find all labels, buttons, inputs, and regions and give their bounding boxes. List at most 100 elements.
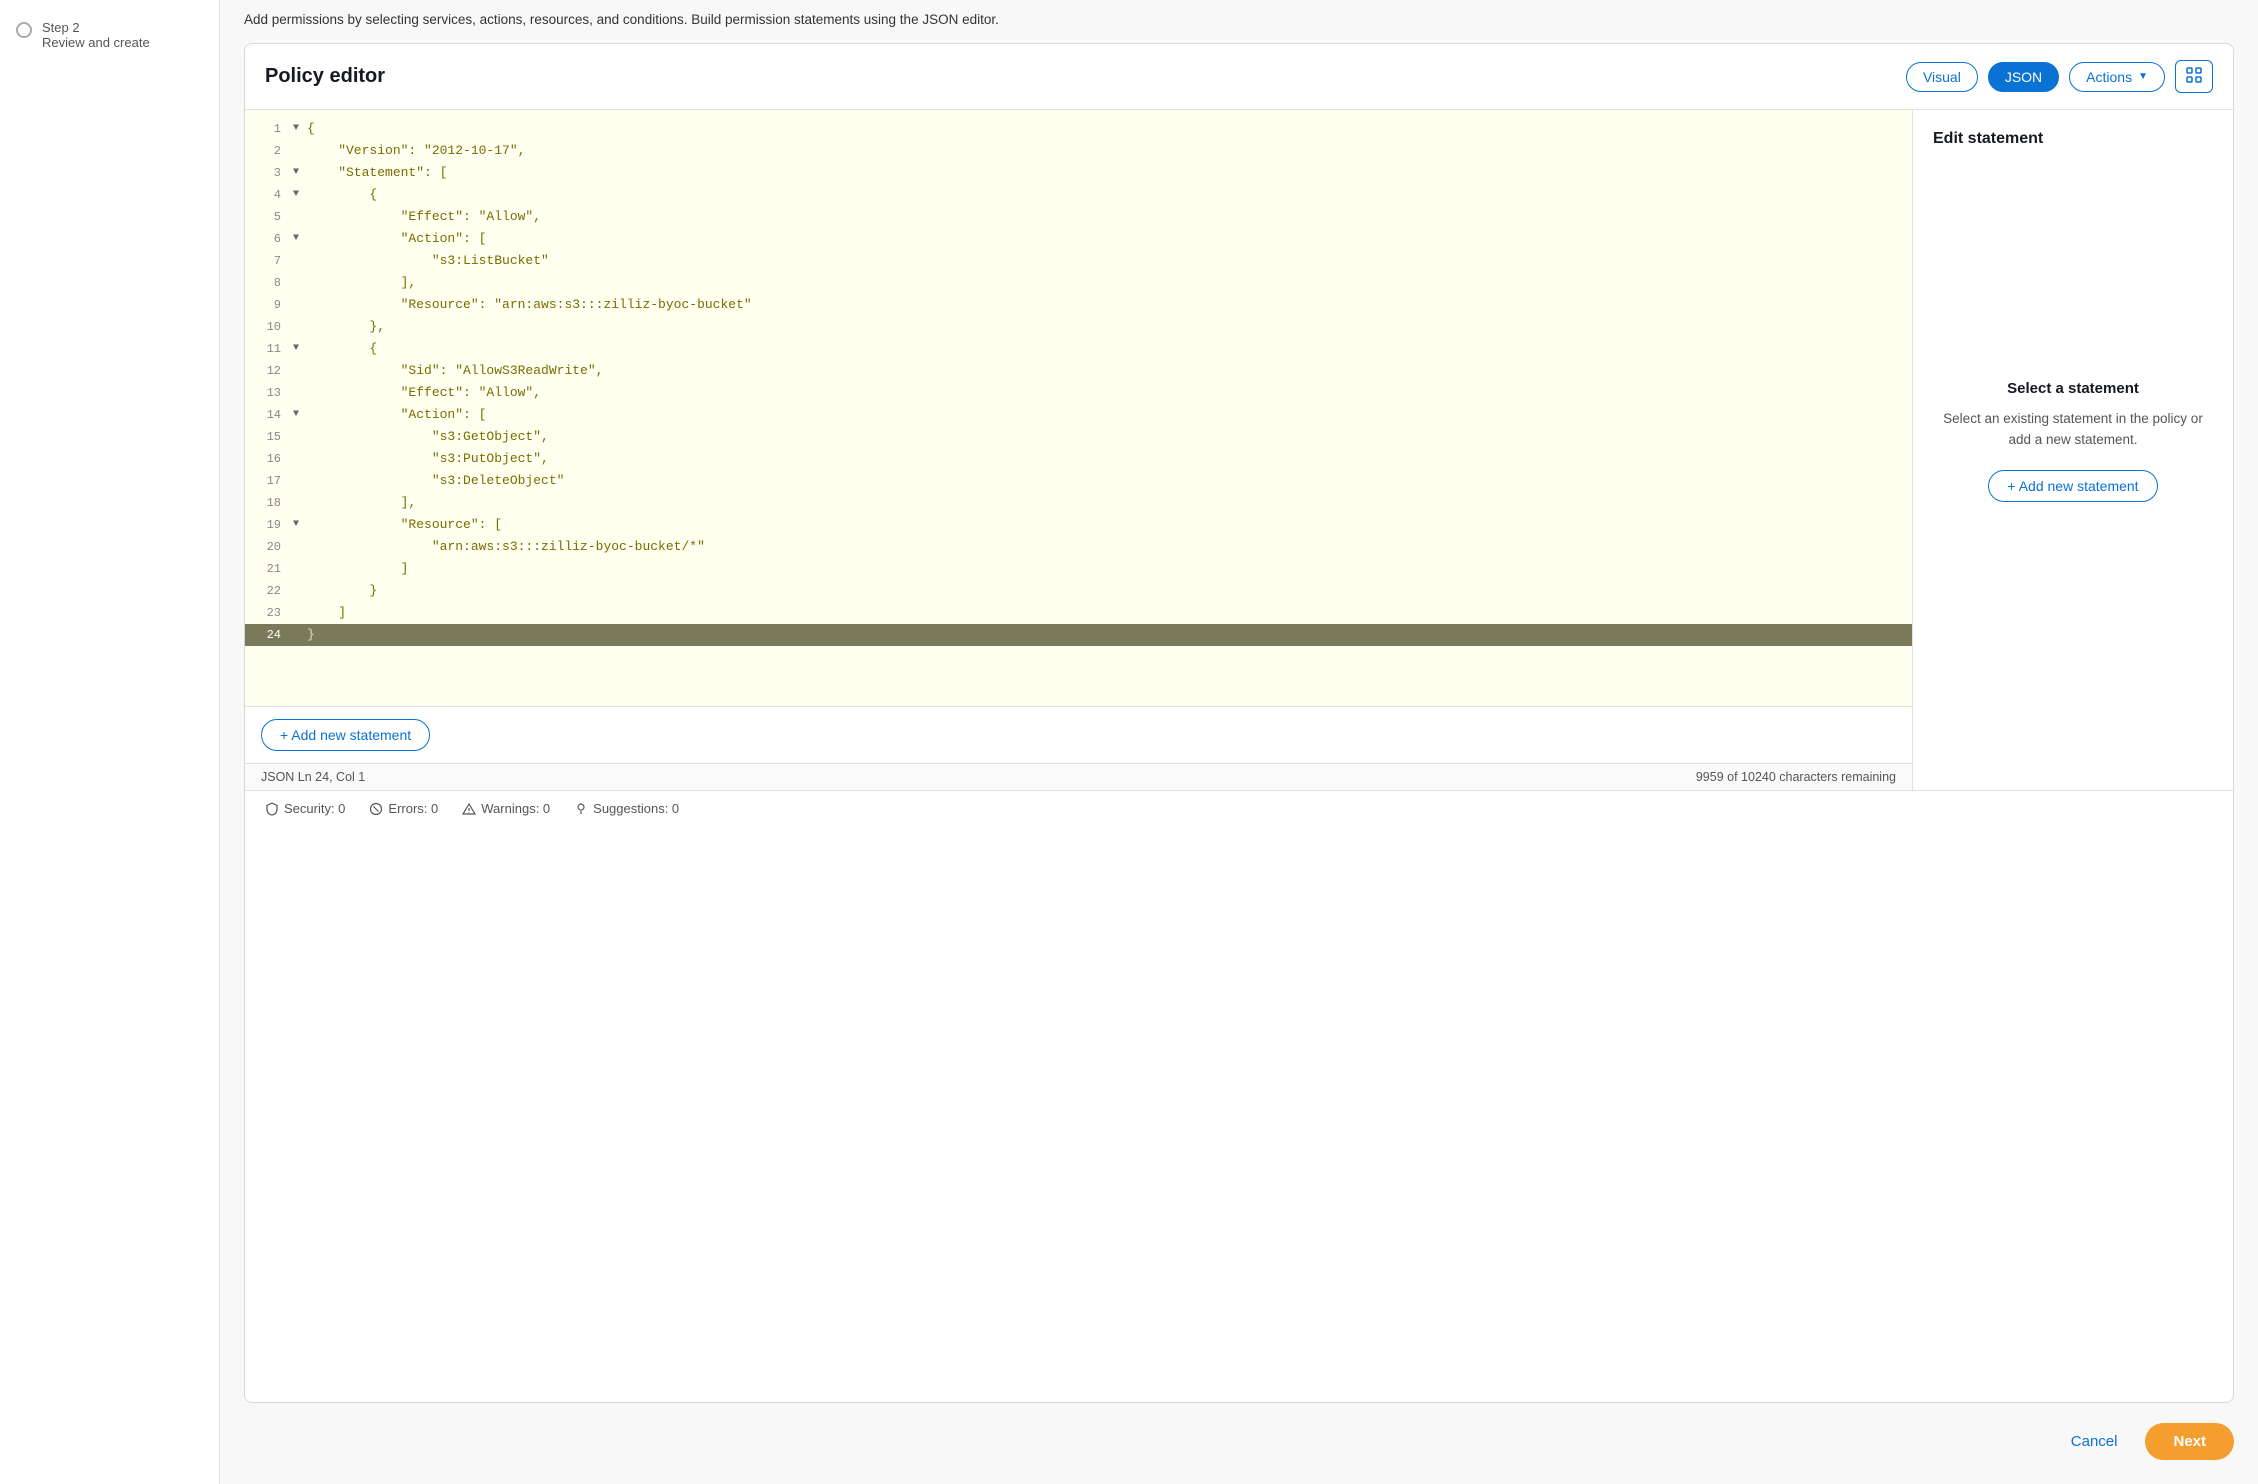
code-toggle[interactable]: ▼: [293, 514, 307, 536]
line-number: 5: [245, 206, 293, 228]
code-toggle[interactable]: ▼: [293, 338, 307, 360]
add-new-statement-button[interactable]: + Add new statement: [1988, 470, 2157, 502]
code-content: ]: [307, 602, 346, 624]
code-line-2[interactable]: 2 "Version": "2012-10-17",: [245, 140, 1912, 162]
code-content: ],: [307, 272, 416, 294]
line-number: 6: [245, 228, 293, 250]
line-number: 23: [245, 602, 293, 624]
line-number: 15: [245, 426, 293, 448]
code-line-12[interactable]: 12 "Sid": "AllowS3ReadWrite",: [245, 360, 1912, 382]
code-line-8[interactable]: 8 ],: [245, 272, 1912, 294]
actions-button[interactable]: Actions ▼: [2069, 62, 2165, 92]
review-create-label: Review and create: [42, 35, 150, 50]
step2-label: Step 2: [42, 20, 150, 35]
code-line-1[interactable]: 1▼{: [245, 118, 1912, 140]
security-diag: Security: 0: [265, 801, 345, 816]
line-number: 13: [245, 382, 293, 404]
code-content: "Sid": "AllowS3ReadWrite",: [307, 360, 603, 382]
sidebar-step2: Step 2 Review and create: [16, 20, 203, 50]
code-line-11[interactable]: 11▼ {: [245, 338, 1912, 360]
code-content: {: [307, 338, 377, 360]
code-line-21[interactable]: 21 ]: [245, 558, 1912, 580]
code-content: "s3:DeleteObject": [307, 470, 564, 492]
error-icon: [369, 802, 383, 816]
code-line-9[interactable]: 9 "Resource": "arn:aws:s3:::zilliz-byoc-…: [245, 294, 1912, 316]
code-line-6[interactable]: 6▼ "Action": [: [245, 228, 1912, 250]
code-toggle[interactable]: ▼: [293, 162, 307, 184]
code-line-10[interactable]: 10 },: [245, 316, 1912, 338]
code-line-5[interactable]: 5 "Effect": "Allow",: [245, 206, 1912, 228]
code-line-20[interactable]: 20 "arn:aws:s3:::zilliz-byoc-bucket/*": [245, 536, 1912, 558]
code-line-13[interactable]: 13 "Effect": "Allow",: [245, 382, 1912, 404]
line-number: 1: [245, 118, 293, 140]
line-number: 9: [245, 294, 293, 316]
code-line-7[interactable]: 7 "s3:ListBucket": [245, 250, 1912, 272]
code-content: "Action": [: [307, 228, 486, 250]
code-toggle[interactable]: ▼: [293, 118, 307, 140]
code-content: "Effect": "Allow",: [307, 206, 541, 228]
json-editor-area[interactable]: 1▼{2 "Version": "2012-10-17",3▼ "Stateme…: [245, 110, 1913, 790]
code-line-16[interactable]: 16 "s3:PutObject",: [245, 448, 1912, 470]
step2-circle: [16, 22, 32, 38]
editor-body: 1▼{2 "Version": "2012-10-17",3▼ "Stateme…: [245, 110, 2233, 790]
code-line-4[interactable]: 4▼ {: [245, 184, 1912, 206]
shield-icon: [265, 802, 279, 816]
line-number: 22: [245, 580, 293, 602]
cancel-button[interactable]: Cancel: [2055, 1425, 2134, 1458]
suggestions-icon: [574, 802, 588, 816]
code-content: "Statement": [: [307, 162, 447, 184]
visual-button[interactable]: Visual: [1906, 62, 1978, 92]
line-number: 19: [245, 514, 293, 536]
code-area[interactable]: 1▼{2 "Version": "2012-10-17",3▼ "Stateme…: [245, 110, 1912, 706]
line-number: 11: [245, 338, 293, 360]
edit-statement-title: Edit statement: [1933, 130, 2213, 148]
code-toggle[interactable]: ▼: [293, 228, 307, 250]
code-toggle[interactable]: ▼: [293, 404, 307, 426]
line-number: 7: [245, 250, 293, 272]
diagnostics-bar: Security: 0 Errors: 0 Warnings: 0: [245, 790, 2233, 826]
suggestions-diag: Suggestions: 0: [574, 801, 679, 816]
code-line-24[interactable]: 24}: [245, 624, 1912, 646]
line-number: 18: [245, 492, 293, 514]
code-toggle[interactable]: ▼: [293, 184, 307, 206]
status-chars-remaining: 9959 of 10240 characters remaining: [1696, 770, 1896, 784]
line-number: 8: [245, 272, 293, 294]
add-statement-button[interactable]: + Add new statement: [261, 719, 430, 751]
code-line-3[interactable]: 3▼ "Statement": [: [245, 162, 1912, 184]
json-button[interactable]: JSON: [1988, 62, 2059, 92]
select-statement-heading: Select a statement: [2007, 380, 2139, 397]
code-line-23[interactable]: 23 ]: [245, 602, 1912, 624]
select-statement-section: Select a statement Select an existing st…: [1933, 172, 2213, 770]
code-content: {: [307, 184, 377, 206]
code-content: }: [307, 624, 315, 646]
code-content: "arn:aws:s3:::zilliz-byoc-bucket/*": [307, 536, 705, 558]
code-line-19[interactable]: 19▼ "Resource": [: [245, 514, 1912, 536]
code-content: "Effect": "Allow",: [307, 382, 541, 404]
code-line-18[interactable]: 18 ],: [245, 492, 1912, 514]
settings-icon-button[interactable]: [2175, 60, 2213, 93]
status-position: JSON Ln 24, Col 1: [261, 770, 365, 784]
code-content: }: [307, 580, 377, 602]
code-line-15[interactable]: 15 "s3:GetObject",: [245, 426, 1912, 448]
line-number: 20: [245, 536, 293, 558]
status-bar: JSON Ln 24, Col 1 9959 of 10240 characte…: [245, 763, 1912, 790]
line-number: 21: [245, 558, 293, 580]
code-content: ]: [307, 558, 408, 580]
line-number: 17: [245, 470, 293, 492]
line-number: 3: [245, 162, 293, 184]
warnings-diag: Warnings: 0: [462, 801, 550, 816]
select-statement-desc: Select an existing statement in the poli…: [1933, 409, 2213, 450]
code-content: "Version": "2012-10-17",: [307, 140, 525, 162]
line-number: 4: [245, 184, 293, 206]
line-number: 24: [245, 624, 293, 646]
sidebar: Step 2 Review and create: [0, 0, 220, 1484]
code-content: "s3:GetObject",: [307, 426, 549, 448]
code-line-17[interactable]: 17 "s3:DeleteObject": [245, 470, 1912, 492]
next-button[interactable]: Next: [2145, 1423, 2234, 1460]
errors-diag: Errors: 0: [369, 801, 438, 816]
code-content: },: [307, 316, 385, 338]
code-content: "Resource": [: [307, 514, 502, 536]
code-line-14[interactable]: 14▼ "Action": [: [245, 404, 1912, 426]
code-line-22[interactable]: 22 }: [245, 580, 1912, 602]
line-number: 10: [245, 316, 293, 338]
